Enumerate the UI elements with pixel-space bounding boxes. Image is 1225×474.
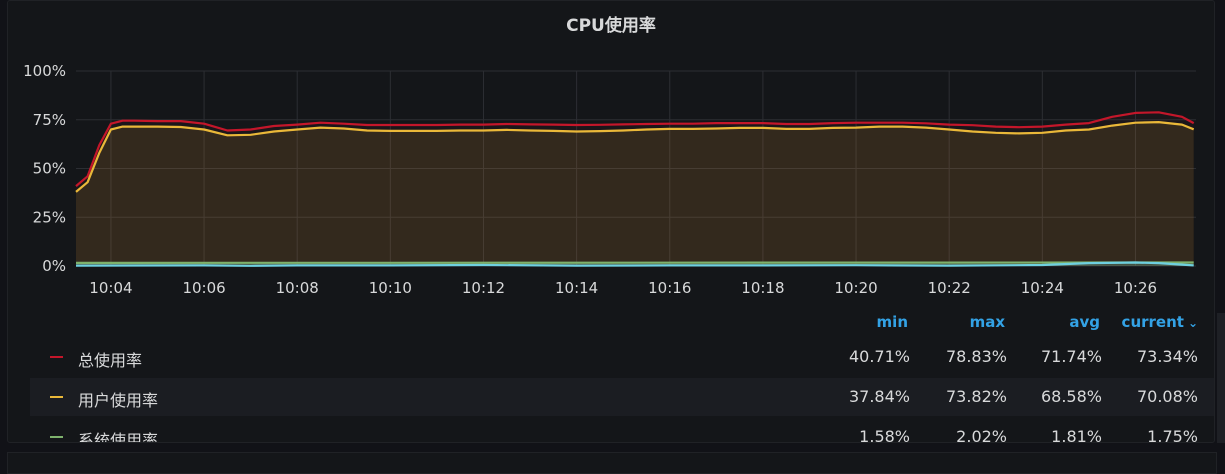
legend-swatch-icon: [50, 436, 63, 438]
cpu-usage-chart: 100% 75% 50% 25% 0% 10:04 10:06 10:08 10:10 10:1…: [8, 1, 1215, 301]
legend-swatch-icon: [50, 356, 63, 358]
y-tick-label: 25%: [33, 208, 66, 226]
legend-avg-value: 71.74%: [1022, 347, 1102, 366]
legend-row-total[interactable]: 总使用率 40.71% 78.83% 71.74% 73.34%: [30, 338, 1215, 376]
x-tick-label: 10:04: [89, 279, 132, 297]
legend-row-system[interactable]: 系统使用率 1.58% 2.02% 1.81% 1.75%: [30, 418, 1215, 443]
legend-swatch-icon: [50, 396, 63, 398]
y-axis: 100% 75% 50% 25% 0%: [23, 62, 66, 275]
chevron-down-icon: ⌄: [1188, 316, 1198, 330]
y-tick-label: 75%: [33, 111, 66, 129]
legend-max-value: 78.83%: [927, 347, 1007, 366]
legend-header-current-label: current: [1122, 313, 1184, 331]
x-tick-label: 10:26: [1114, 279, 1157, 297]
x-axis: 10:04 10:06 10:08 10:10 10:12 10:14 10:16 10:18…: [89, 279, 1157, 297]
x-tick-label: 10:24: [1021, 279, 1064, 297]
legend-header-avg[interactable]: avg: [1040, 313, 1100, 335]
legend-current-value: 70.08%: [1118, 387, 1198, 406]
legend-current-value: 1.75%: [1118, 427, 1198, 443]
legend-min-value: 40.71%: [830, 347, 910, 366]
legend-header-current[interactable]: current ⌄: [1108, 313, 1198, 335]
x-tick-label: 10:08: [276, 279, 319, 297]
x-tick-label: 10:20: [834, 279, 877, 297]
x-tick-label: 10:22: [928, 279, 971, 297]
legend-max-value: 73.82%: [927, 387, 1007, 406]
x-tick-label: 10:18: [741, 279, 784, 297]
legend-min-value: 1.58%: [830, 427, 910, 443]
y-tick-label: 0%: [42, 257, 66, 275]
x-tick-label: 10:14: [555, 279, 598, 297]
y-tick-label: 50%: [33, 160, 66, 178]
series-area-1: [76, 122, 1194, 266]
chart-series: [76, 112, 1194, 266]
next-panel-edge: [7, 452, 1217, 474]
legend-avg-value: 68.58%: [1022, 387, 1102, 406]
x-tick-label: 10:12: [462, 279, 505, 297]
legend-scrollbar[interactable]: [1217, 313, 1225, 443]
legend-series-name: 用户使用率: [78, 387, 158, 411]
legend-avg-value: 1.81%: [1022, 427, 1102, 443]
legend-max-value: 2.02%: [927, 427, 1007, 443]
x-tick-label: 10:16: [648, 279, 691, 297]
x-tick-label: 10:10: [369, 279, 412, 297]
legend-min-value: 37.84%: [830, 387, 910, 406]
cpu-usage-panel: CPU使用率 100%75%50%25%0% 10:0410:0610:0810…: [7, 0, 1215, 443]
x-tick-label: 10:06: [182, 279, 225, 297]
legend-row-user[interactable]: 用户使用率 37.84% 73.82% 68.58% 70.08%: [30, 378, 1215, 416]
y-tick-label: 100%: [23, 62, 66, 80]
legend-series-name: 总使用率: [78, 347, 142, 371]
legend-series-name: 系统使用率: [78, 427, 158, 443]
legend-current-value: 73.34%: [1118, 347, 1198, 366]
legend-header-max[interactable]: max: [945, 313, 1005, 335]
legend-header-min[interactable]: min: [848, 313, 908, 335]
